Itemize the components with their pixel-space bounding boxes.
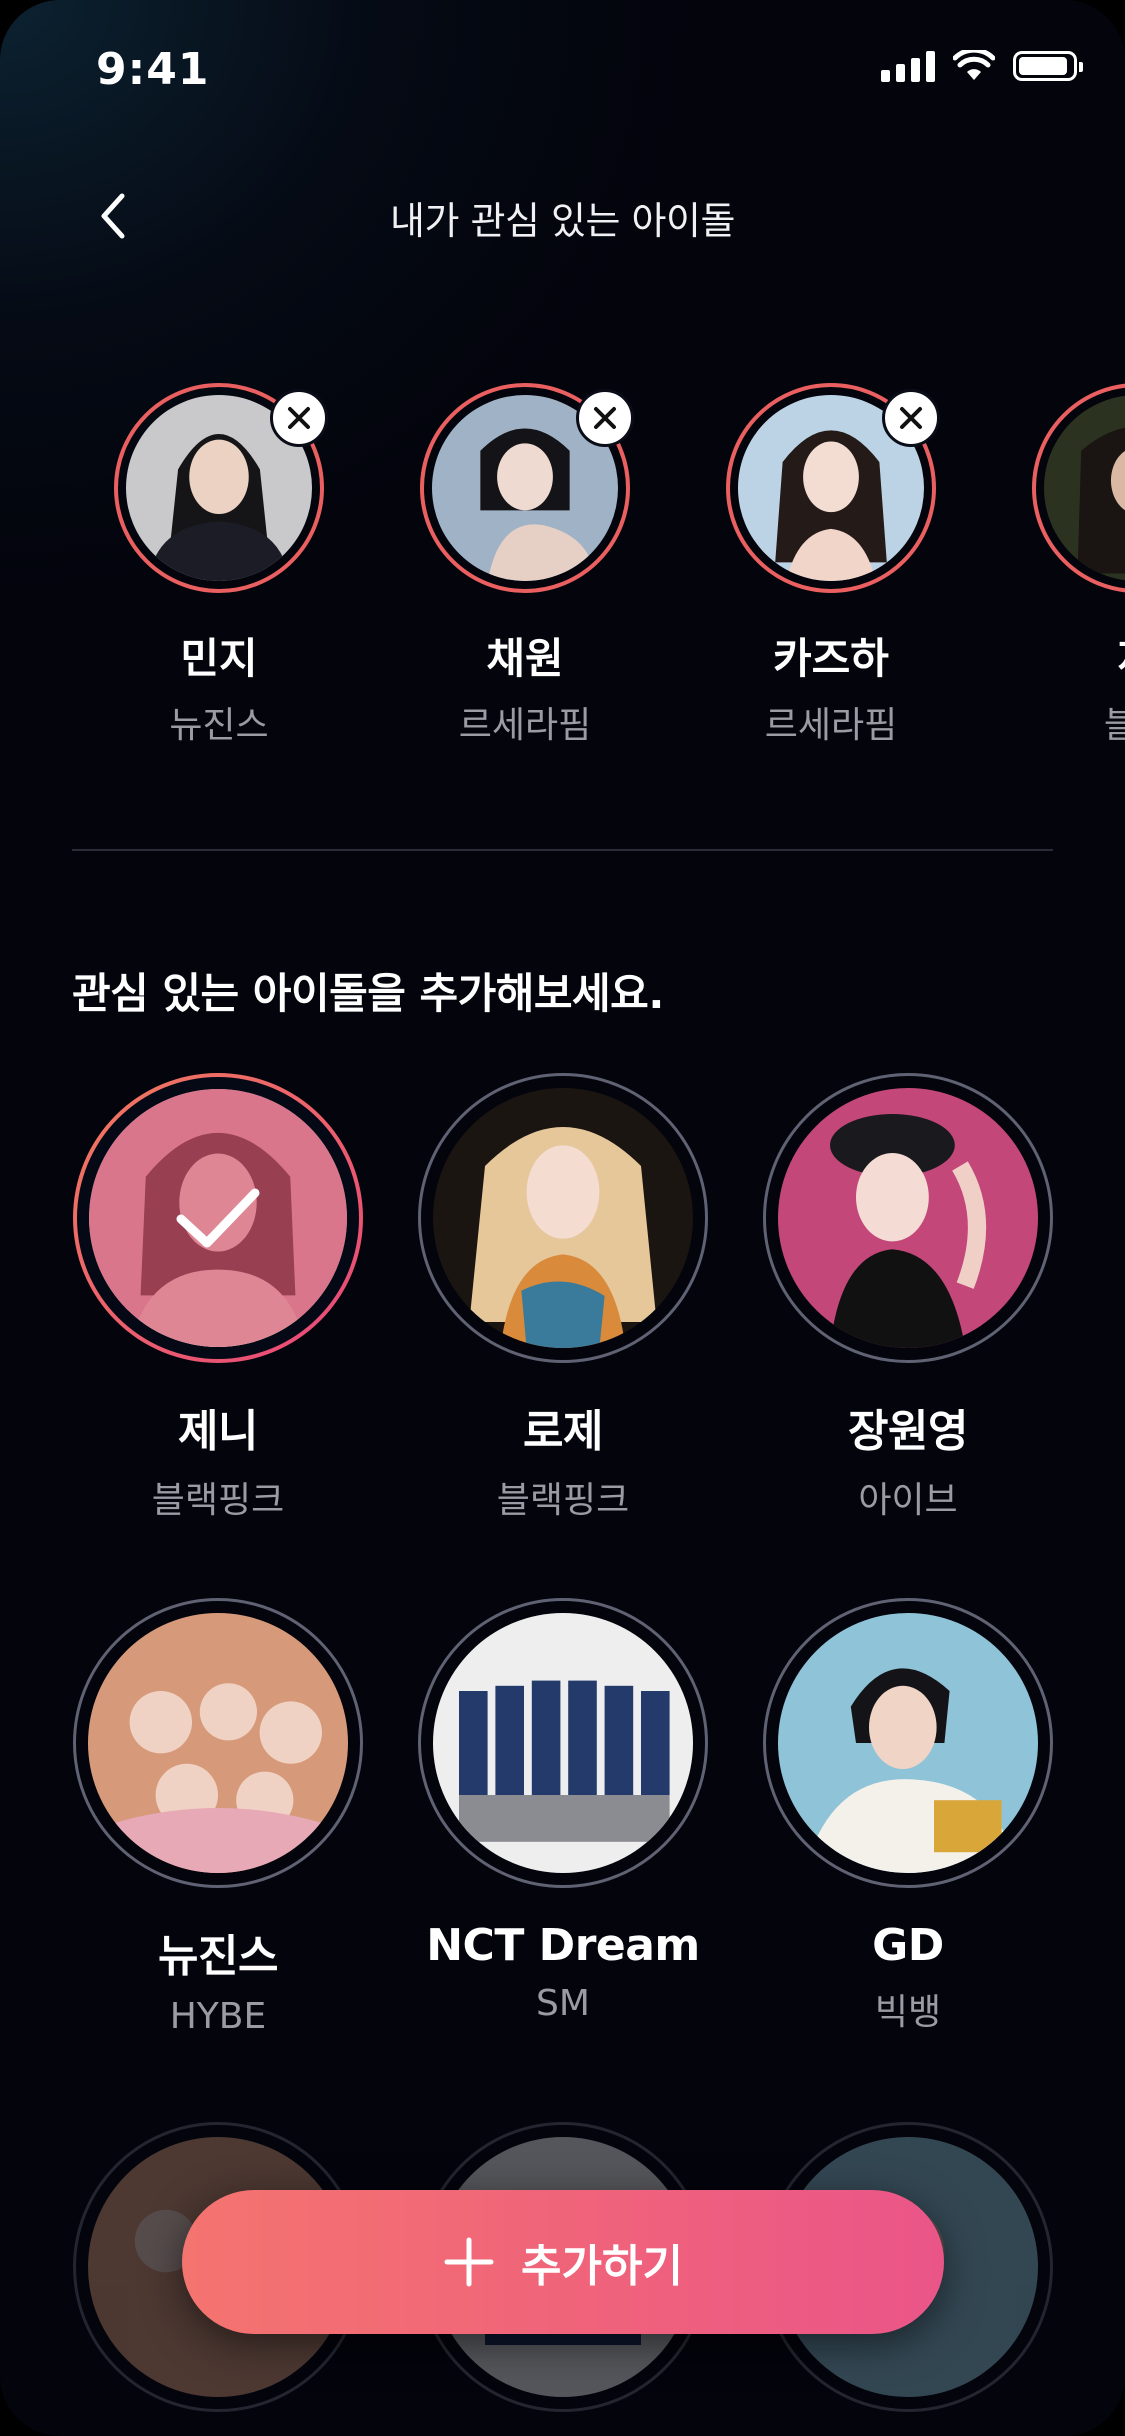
- screen: 9:41 내가 관심 있는 아이돌 민지 뉴진스 채원 르세라핌 카즈하 르세라…: [0, 0, 1125, 2436]
- idol-name: GD: [872, 1920, 944, 1971]
- avatar-photo: [778, 1613, 1038, 1873]
- status-icons: [881, 50, 1083, 82]
- favorite-group: 르세라핌: [458, 705, 592, 746]
- favorite-name: 민지: [180, 634, 258, 683]
- section-title: 관심 있는 아이돌을 추가해보세요.: [72, 969, 664, 1018]
- idol-name: 장원영: [848, 1406, 968, 1457]
- idol-card[interactable]: GD 빅뱅: [758, 1598, 1058, 2035]
- favorite-name: 카즈하: [773, 634, 889, 683]
- add-button-label: 추가하기: [521, 2241, 683, 2292]
- favorite-item[interactable]: 민지 뉴진스: [114, 383, 328, 748]
- idol-group: 빅뱅: [874, 1992, 942, 2033]
- favorite-group: 블랙: [1103, 705, 1125, 746]
- idol-group: 아이브: [858, 1480, 958, 1521]
- favorite-group: 르세라핌: [764, 705, 898, 746]
- avatar-photo: [778, 1088, 1038, 1348]
- idol-card[interactable]: 로제 블랙핑크: [413, 1073, 713, 1523]
- divider: [72, 849, 1053, 851]
- idol-name: NCT Dream: [426, 1920, 700, 1971]
- idol-card[interactable]: 장원영 아이브: [758, 1073, 1058, 1523]
- close-icon: [594, 407, 616, 429]
- idol-card[interactable]: 제니 블랙핑크: [68, 1073, 368, 1523]
- favorite-item[interactable]: 채원 르세라핌: [420, 383, 634, 748]
- idol-avatar: [418, 1073, 708, 1363]
- idol-avatar: [418, 1598, 708, 1888]
- selected-overlay: [89, 1089, 347, 1347]
- plus-icon: [444, 2237, 494, 2287]
- add-button[interactable]: 추가하기: [182, 2190, 944, 2334]
- idol-avatar: [73, 1598, 363, 1888]
- favorite-name: 채원: [486, 634, 564, 683]
- favorite-avatar: [114, 383, 328, 593]
- idol-name: 뉴진스: [158, 1931, 278, 1982]
- avatar-photo: [89, 1089, 347, 1347]
- avatar-photo: [88, 1613, 348, 1873]
- avatar-photo: [433, 1613, 693, 1873]
- battery-icon: [1013, 51, 1083, 81]
- favorite-group: 뉴진스: [169, 705, 269, 746]
- idol-avatar: [73, 1073, 363, 1363]
- idol-avatar: [763, 1598, 1053, 1888]
- status-time: 9:41: [96, 44, 210, 95]
- avatar-photo: [1044, 395, 1125, 581]
- remove-button[interactable]: [576, 389, 634, 447]
- favorite-item[interactable]: 카즈하 르세라핌: [726, 383, 940, 748]
- favorite-avatar: [1032, 383, 1125, 593]
- idol-name: 제니: [178, 1406, 258, 1457]
- remove-button[interactable]: [270, 389, 328, 447]
- idol-avatar: [763, 1073, 1053, 1363]
- favorite-item[interactable]: 제 블랙: [1032, 383, 1125, 748]
- idol-group: SM: [536, 1983, 590, 2024]
- wifi-icon: [953, 50, 995, 80]
- idol-name: 로제: [523, 1406, 603, 1457]
- cellular-signal-icon: [881, 50, 935, 82]
- idol-group: HYBE: [169, 1996, 267, 2037]
- favorite-avatar: [420, 383, 634, 593]
- favorite-avatar: [726, 383, 940, 593]
- check-icon: [176, 1188, 260, 1248]
- favorite-name: 제: [1032, 625, 1125, 686]
- close-icon: [900, 407, 922, 429]
- idol-group: 블랙핑크: [496, 1480, 630, 1521]
- page-title: 내가 관심 있는 아이돌: [390, 199, 735, 243]
- idol-card[interactable]: 뉴진스 HYBE: [68, 1598, 368, 2037]
- idol-group: 블랙핑크: [151, 1480, 285, 1521]
- close-icon: [288, 407, 310, 429]
- idol-card[interactable]: NCT Dream SM: [413, 1598, 713, 2024]
- avatar-photo: [433, 1088, 693, 1348]
- remove-button[interactable]: [882, 389, 940, 447]
